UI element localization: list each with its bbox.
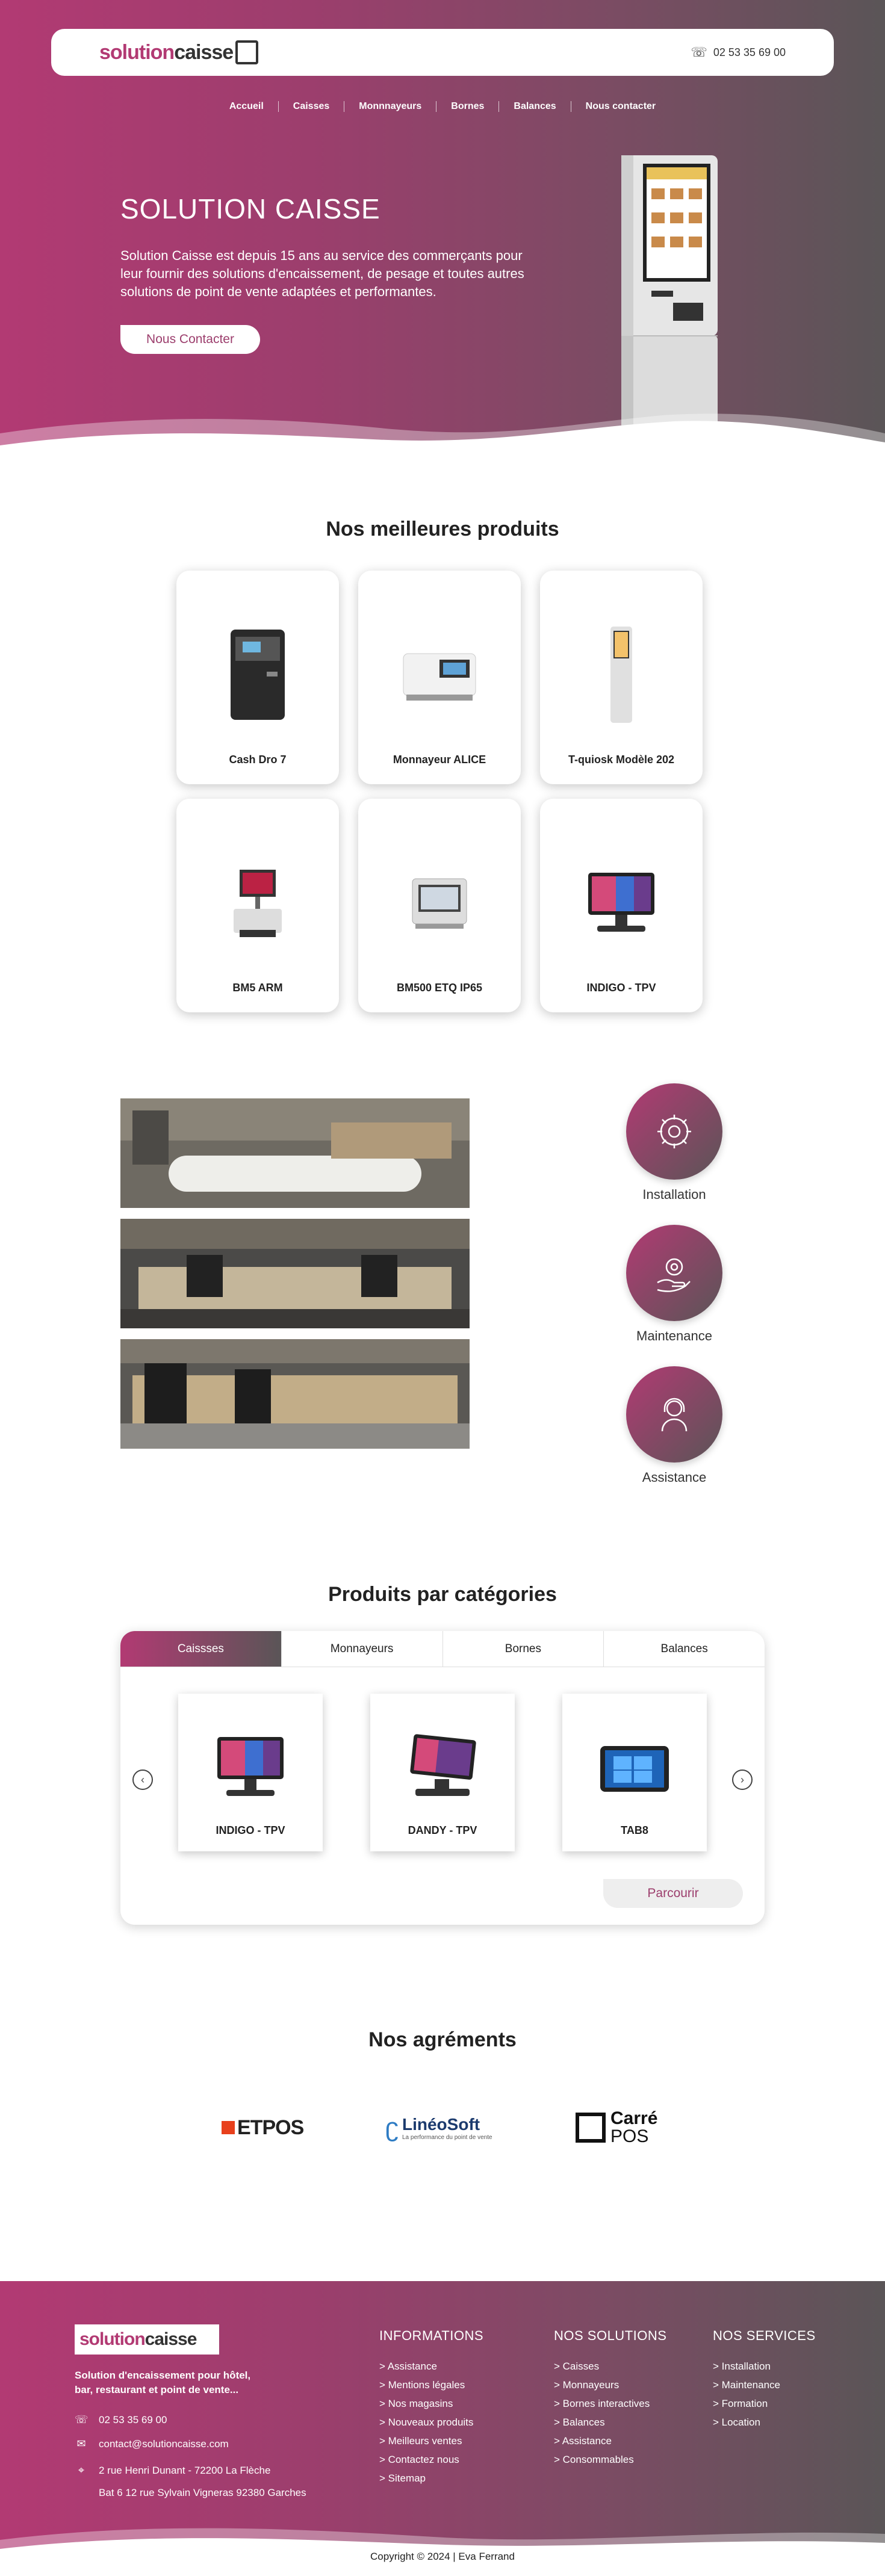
copyright: Copyright © 2024 | Eva Ferrand xyxy=(370,2551,515,2562)
nav-accueil[interactable]: Accueil xyxy=(215,101,279,112)
footer-link[interactable]: > Consommables xyxy=(554,2450,666,2469)
product-card[interactable]: BM500 ETQ IP65 xyxy=(358,799,521,1012)
footer-link[interactable]: > Formation xyxy=(713,2394,816,2413)
product-card[interactable]: BM5 ARM xyxy=(176,799,339,1012)
footer-wave xyxy=(0,2528,885,2576)
hero-text: Solution Caisse est depuis 15 ans au ser… xyxy=(120,248,524,299)
categories-section: Produits par catégories Caissses Monnaye… xyxy=(0,1583,885,2028)
tab8-image xyxy=(592,1728,677,1806)
category-product-card[interactable]: TAB8 xyxy=(562,1694,707,1851)
nav-contact[interactable]: Nous contacter xyxy=(571,101,670,112)
bm500-image xyxy=(394,846,485,960)
products-grid: Cash Dro 7 Monnayeur ALICE T-quiosk Modè… xyxy=(176,571,709,1012)
service-installation[interactable]: Installation xyxy=(608,1083,741,1203)
lineosoft-logo[interactable]: ʗ LinéoSoft La performance du point de v… xyxy=(385,2107,492,2149)
phone-icon: ☏ xyxy=(75,2413,88,2426)
categories-title: Produits par catégories xyxy=(328,1583,557,1606)
dandy-image xyxy=(400,1728,485,1806)
footer-link[interactable]: > Mentions légales xyxy=(379,2376,483,2394)
carrepos-logo[interactable]: Carré POS xyxy=(576,2107,657,2149)
store-photo-1 xyxy=(120,1098,470,1208)
carousel-next-icon[interactable]: › xyxy=(732,1769,753,1790)
phone-icon: ☏ xyxy=(691,45,707,60)
footer-description: Solution d'encaissement pour hôtel, bar,… xyxy=(75,2370,251,2395)
footer-link[interactable]: > Nos magasins xyxy=(379,2394,483,2413)
header-phone[interactable]: ☏ 02 53 35 69 00 xyxy=(691,45,786,60)
hero-title: SOLUTION CAISSE xyxy=(120,193,380,224)
footer-link[interactable]: > Bornes interactives xyxy=(554,2394,666,2413)
footer-logo[interactable]: solution caisse xyxy=(75,2324,219,2355)
gears-icon xyxy=(626,1083,722,1180)
footer-link[interactable]: > Contactez nous xyxy=(379,2450,483,2469)
footer-link[interactable]: > Meilleurs ventes xyxy=(379,2432,483,2450)
logo-tag-icon xyxy=(235,40,259,64)
products-title: Nos meilleures produits xyxy=(326,518,559,540)
footer-link[interactable]: > Monnayeurs xyxy=(554,2376,666,2394)
indigo-image xyxy=(208,1728,293,1806)
footer-link[interactable]: > Sitemap xyxy=(379,2469,483,2488)
nav-caisses[interactable]: Caisses xyxy=(279,101,345,112)
category-product-card[interactable]: INDIGO - TPV xyxy=(178,1694,323,1851)
bm5-image xyxy=(213,846,303,960)
footer-link[interactable]: > Balances xyxy=(554,2413,666,2432)
site-logo[interactable]: solution caisse xyxy=(99,40,259,64)
etpos-logo[interactable]: ETPOS xyxy=(222,2107,304,2149)
tab-monnayeurs[interactable]: Monnayeurs xyxy=(282,1631,443,1667)
hero-wave xyxy=(0,413,885,457)
categories-box: Caissses Monnayeurs Bornes Balances ‹ › … xyxy=(120,1631,765,1925)
top-bar: solution caisse ☏ 02 53 35 69 00 xyxy=(51,29,834,76)
footer-informations: INFORMATIONS > Assistance > Mentions lég… xyxy=(379,2328,483,2488)
footer-link[interactable]: > Caisses xyxy=(554,2357,666,2376)
category-tabs: Caissses Monnayeurs Bornes Balances xyxy=(120,1631,765,1667)
nav-bornes[interactable]: Bornes xyxy=(436,101,500,112)
nav-balances[interactable]: Balances xyxy=(499,101,571,112)
footer-phone[interactable]: ☏ 02 53 35 69 00 xyxy=(75,2413,167,2426)
product-card[interactable]: Cash Dro 7 xyxy=(176,571,339,784)
store-photo-3 xyxy=(120,1339,470,1449)
contact-button[interactable]: Nous Contacter xyxy=(120,325,260,354)
category-product-card[interactable]: DANDY - TPV xyxy=(370,1694,515,1851)
agrements-section: Nos agréments ETPOS ʗ LinéoSoft La perfo… xyxy=(0,2028,885,2281)
footer-link[interactable]: > Location xyxy=(713,2413,816,2432)
main-nav: Accueil Caisses Monnnayeurs Bornes Balan… xyxy=(0,101,885,112)
indigo-image xyxy=(576,846,666,960)
browse-button[interactable]: Parcourir xyxy=(603,1879,743,1908)
carousel-prev-icon[interactable]: ‹ xyxy=(132,1769,153,1790)
alice-image xyxy=(394,618,485,732)
footer-email[interactable]: ✉ contact@solutioncaisse.com xyxy=(75,2438,228,2450)
footer-services: NOS SERVICES > Installation > Maintenanc… xyxy=(713,2328,816,2432)
footer-link[interactable]: > Assistance xyxy=(554,2432,666,2450)
tquiosk-image xyxy=(576,618,666,732)
store-photo-2 xyxy=(120,1219,470,1328)
product-card[interactable]: INDIGO - TPV xyxy=(540,799,703,1012)
footer-solutions: NOS SOLUTIONS > Caisses > Monnayeurs > B… xyxy=(554,2328,666,2469)
service-maintenance[interactable]: Maintenance xyxy=(608,1225,741,1344)
tab-balances[interactable]: Balances xyxy=(604,1631,765,1667)
support-agent-icon xyxy=(626,1366,722,1463)
mail-icon: ✉ xyxy=(76,2438,86,2450)
agrements-title: Nos agréments xyxy=(368,2028,517,2051)
footer: solution caisse Solution d'encaissement … xyxy=(0,2281,885,2576)
tab-caisses[interactable]: Caissses xyxy=(120,1631,282,1667)
best-products-section: Nos meilleures produits Cash Dro 7 Monna… xyxy=(0,457,885,1053)
footer-link[interactable]: > Installation xyxy=(713,2357,816,2376)
footer-link[interactable]: > Maintenance xyxy=(713,2376,816,2394)
service-assistance[interactable]: Assistance xyxy=(608,1366,741,1485)
product-card[interactable]: Monnayeur ALICE xyxy=(358,571,521,784)
product-card[interactable]: T-quiosk Modèle 202 xyxy=(540,571,703,784)
cashdro-image xyxy=(213,618,303,732)
hand-gear-icon xyxy=(626,1225,722,1321)
footer-link[interactable]: > Assistance xyxy=(379,2357,483,2376)
hero-section: solution caisse ☏ 02 53 35 69 00 Accueil… xyxy=(0,0,885,457)
location-pin-icon: ⌖ xyxy=(78,2464,85,2476)
nav-monnayeurs[interactable]: Monnnayeurs xyxy=(344,101,437,112)
footer-link[interactable]: > Nouveaux produits xyxy=(379,2413,483,2432)
tab-bornes[interactable]: Bornes xyxy=(443,1631,604,1667)
footer-address-1: ⌖ 2 rue Henri Dunant - 72200 La Flèche xyxy=(75,2464,270,2477)
services-section: Installation Maintenance Assistance xyxy=(0,1053,885,1583)
footer-address-2: Bat 6 12 rue Sylvain Vigneras 92380 Garc… xyxy=(99,2487,306,2498)
